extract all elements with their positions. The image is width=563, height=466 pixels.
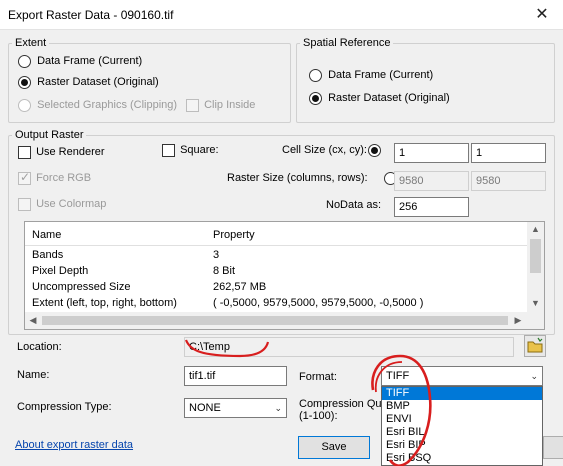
chevron-down-icon: ⌄ (274, 403, 282, 413)
table-row: Extent (left, top, right, bottom) ( -0,5… (25, 297, 527, 313)
raster-size-label: Raster Size (columns, rows): (227, 172, 368, 184)
format-option-esri-bsq[interactable]: Esri BSQ (382, 452, 542, 465)
radio-button (18, 99, 31, 112)
format-label: Format: (299, 371, 337, 383)
scroll-down-icon[interactable]: ▼ (527, 298, 544, 308)
row-value: ( -0,5000, 9579,5000, 9579,5000, -0,5000… (213, 297, 424, 309)
option-label: Data Frame (Current) (328, 69, 434, 82)
chevron-down-icon: ⌄ (530, 371, 538, 381)
checkbox-label: Use Colormap (36, 198, 107, 211)
nodata-label: NoData as: (326, 199, 382, 211)
clip-inside-checkbox: Clip Inside (186, 99, 255, 112)
radio-button[interactable] (309, 69, 322, 82)
row-name: Pixel Depth (32, 265, 89, 277)
horizontal-scrollbar[interactable]: ◀ ▶ (25, 312, 527, 329)
raster-rows-input: 9580 (471, 171, 546, 191)
scroll-up-icon[interactable]: ▲ (527, 224, 544, 234)
vertical-scrollbar[interactable]: ▲ ▼ (527, 222, 544, 312)
radio-button[interactable] (18, 76, 31, 89)
save-label: Save (321, 441, 347, 453)
nodata-input[interactable]: 256 (394, 197, 469, 217)
cancel-button-partial[interactable] (543, 436, 563, 459)
title-bar: Export Raster Data - 090160.tif ✕ (0, 0, 563, 30)
format-select[interactable]: TIFF ⌄ (381, 366, 543, 386)
checkbox-label: Use Renderer (36, 146, 105, 159)
format-option-esri-bip[interactable]: Esri BIP (382, 439, 542, 452)
spatial-reference-group (296, 43, 555, 123)
compression-type-select[interactable]: NONE ⌄ (184, 398, 287, 418)
about-export-link[interactable]: About export raster data (15, 439, 133, 451)
radio-button[interactable] (309, 92, 322, 105)
folder-icon (527, 337, 543, 353)
compression-type-label: Compression Type: (17, 401, 112, 413)
format-dropdown-list[interactable]: TIFF BMP ENVI Esri BIL Esri BIP Esri BSQ (381, 386, 543, 466)
cell-size-label: Cell Size (cx, cy): (282, 144, 367, 156)
row-value: 262,57 MB (213, 281, 267, 293)
spatial-raster-dataset-option[interactable]: Raster Dataset (Original) (309, 92, 450, 105)
row-name: Extent (left, top, right, bottom) (32, 297, 177, 309)
table-row: Bands 3 (25, 249, 527, 265)
compression-selected-value: NONE (189, 402, 221, 414)
format-option-esri-bil[interactable]: Esri BIL (382, 426, 542, 439)
checkbox-label: Force RGB (36, 172, 92, 185)
option-label: Raster Dataset (Original) (328, 92, 450, 105)
compression-quality-label: Compression Qu (299, 398, 382, 410)
window-title: Export Raster Data - 090160.tif (8, 8, 174, 22)
checkbox-label: Square: (180, 144, 219, 157)
table-row: Pixel Depth 8 Bit (25, 265, 527, 281)
option-label: Raster Dataset (Original) (37, 76, 159, 89)
output-raster-label: Output Raster (12, 129, 87, 141)
properties-list[interactable]: Name Property Bands 3 Pixel Depth 8 Bit … (24, 221, 545, 330)
extent-raster-dataset-option[interactable]: Raster Dataset (Original) (18, 76, 159, 89)
scroll-corner (527, 312, 544, 329)
extent-data-frame-option[interactable]: Data Frame (Current) (18, 55, 142, 68)
format-selected-value: TIFF (386, 370, 410, 382)
format-option-bmp[interactable]: BMP (382, 400, 542, 413)
cell-size-radio[interactable] (368, 144, 381, 157)
row-value: 8 Bit (213, 265, 236, 277)
row-name: Uncompressed Size (32, 281, 131, 293)
compression-quality-range-label: (1-100): (299, 410, 338, 422)
table-row: Uncompressed Size 262,57 MB (25, 281, 527, 297)
force-rgb-checkbox: Force RGB (18, 170, 92, 185)
cell-size-x-input[interactable]: 1 (394, 143, 469, 163)
save-button[interactable]: Save (298, 436, 370, 459)
scroll-thumb[interactable] (42, 316, 508, 325)
raster-columns-input: 9580 (394, 171, 469, 191)
location-input: C:\Temp (184, 337, 514, 357)
location-label: Location: (17, 341, 62, 353)
spatial-reference-label: Spatial Reference (300, 37, 394, 49)
column-header-property[interactable]: Property (213, 229, 255, 241)
checkbox (18, 170, 31, 185)
use-renderer-checkbox[interactable]: Use Renderer (18, 146, 105, 159)
checkbox-label: Clip Inside (204, 99, 256, 112)
checkbox (18, 198, 31, 211)
properties-header: Name Property (25, 222, 527, 246)
radio-button[interactable] (18, 55, 31, 68)
option-label: Selected Graphics (Clipping) (37, 99, 178, 112)
row-name: Bands (32, 249, 64, 261)
use-colormap-checkbox: Use Colormap (18, 198, 106, 211)
scroll-left-icon[interactable]: ◀ (27, 315, 39, 326)
checkbox[interactable] (162, 144, 175, 157)
browse-folder-button[interactable] (524, 335, 546, 357)
checkbox[interactable] (18, 146, 31, 159)
scroll-right-icon[interactable]: ▶ (512, 315, 524, 326)
option-label: Data Frame (Current) (37, 55, 143, 68)
column-header-name[interactable]: Name (32, 229, 61, 241)
scroll-thumb[interactable] (530, 239, 541, 273)
extent-label: Extent (12, 37, 50, 49)
row-value: 3 (213, 249, 220, 261)
format-option-tiff[interactable]: TIFF (382, 387, 542, 400)
name-label: Name: (17, 369, 50, 381)
name-input[interactable]: tif1.tif (184, 366, 287, 386)
extent-selected-graphics-option: Selected Graphics (Clipping) (18, 99, 177, 112)
close-icon[interactable]: ✕ (527, 3, 557, 27)
spatial-data-frame-option[interactable]: Data Frame (Current) (309, 69, 433, 82)
cell-size-y-input[interactable]: 1 (471, 143, 546, 163)
format-option-envi[interactable]: ENVI (382, 413, 542, 426)
square-checkbox[interactable]: Square: (162, 144, 219, 157)
checkbox (186, 99, 199, 112)
